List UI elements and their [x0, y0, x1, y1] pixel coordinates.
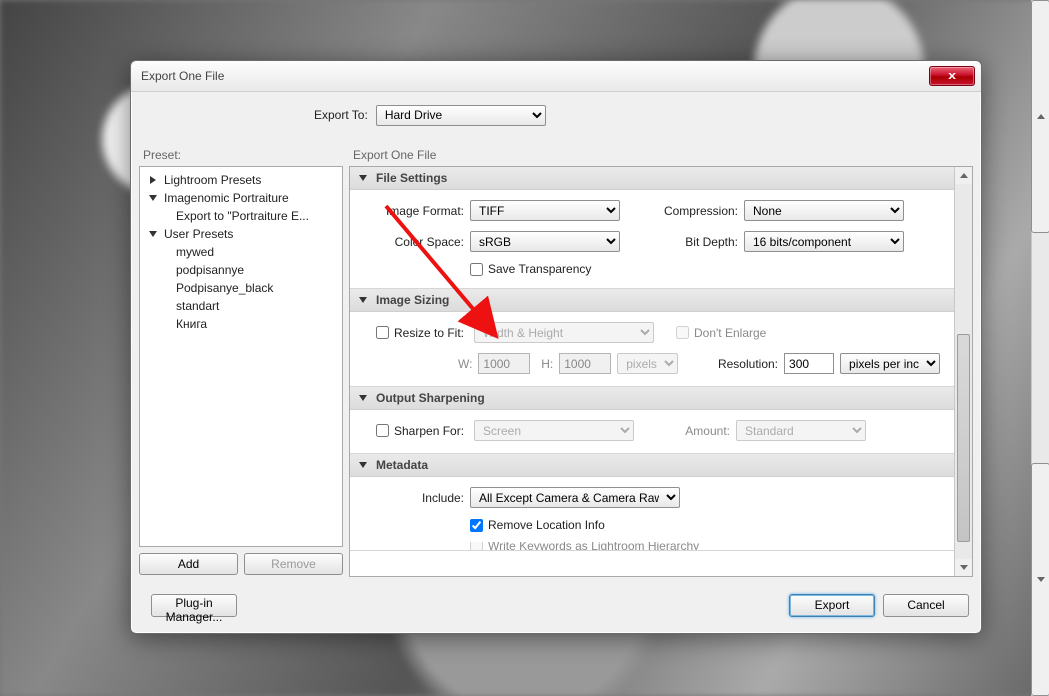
preset-header: Preset: — [139, 148, 349, 166]
export-to-label: Export To: — [314, 108, 368, 122]
settings-header: Export One File — [349, 148, 973, 166]
compression-label: Compression: — [638, 204, 738, 218]
remove-preset-button[interactable]: Remove — [244, 553, 343, 575]
scroll-up-button[interactable] — [955, 167, 972, 184]
size-unit-select[interactable]: pixels — [617, 353, 678, 374]
metadata-header[interactable]: Metadata — [350, 454, 954, 477]
preset-list[interactable]: Lightroom Presets Imagenomic Portraiture E… — [139, 166, 343, 547]
scroll-track[interactable] — [955, 184, 972, 559]
metadata-section: Metadata Include: All Except Camera & Ca… — [350, 454, 954, 551]
chevron-down-icon — [358, 173, 368, 183]
resolution-input[interactable] — [784, 353, 834, 374]
page-scrollbar[interactable] — [1031, 0, 1049, 696]
preset-item[interactable]: mywed — [142, 243, 340, 261]
preset-item[interactable]: Export to "Portraiture E... — [142, 207, 340, 225]
preset-group[interactable]: Lightroom Presets — [142, 171, 340, 189]
export-button[interactable]: Export — [789, 594, 875, 617]
plugin-manager-button[interactable]: Plug-in Manager... — [151, 594, 237, 617]
save-transparency-checkbox[interactable] — [470, 263, 483, 276]
image-sizing-title: Image Sizing — [376, 293, 449, 307]
preset-group[interactable]: User Presets — [142, 225, 340, 243]
resize-to-fit-checkbox[interactable] — [376, 326, 389, 339]
width-input[interactable] — [478, 353, 530, 374]
scroll-thumb[interactable] — [957, 334, 970, 542]
preset-group-label: User Presets — [164, 227, 233, 241]
compression-select[interactable]: None — [744, 200, 904, 221]
chevron-down-icon — [960, 565, 968, 570]
chevron-down-icon — [358, 460, 368, 470]
settings-column: Export One File File Settings Image Form — [349, 148, 973, 577]
settings-scrollbar[interactable] — [954, 167, 972, 576]
close-button[interactable]: x — [929, 66, 975, 86]
image-format-label: Image Format: — [364, 204, 464, 218]
add-preset-button[interactable]: Add — [139, 553, 238, 575]
chevron-up-icon — [960, 173, 968, 178]
file-settings-section: File Settings Image Format: TIFF Compres… — [350, 167, 954, 289]
write-keywords-label: Write Keywords as Lightroom Hierarchy — [488, 542, 699, 550]
height-label: H: — [530, 357, 553, 371]
dont-enlarge-label: Don't Enlarge — [694, 326, 766, 340]
resize-mode-select[interactable]: Width & Height — [474, 322, 654, 343]
remove-location-checkbox[interactable] — [470, 519, 483, 532]
close-icon: x — [948, 70, 956, 82]
chevron-down-icon — [148, 193, 158, 203]
image-sizing-header[interactable]: Image Sizing — [350, 289, 954, 312]
file-settings-title: File Settings — [376, 171, 447, 185]
bit-depth-select[interactable]: 16 bits/component — [744, 231, 904, 252]
chevron-down-icon — [358, 393, 368, 403]
include-select[interactable]: All Except Camera & Camera Raw Info — [470, 487, 680, 508]
preset-group-label: Lightroom Presets — [164, 173, 261, 187]
remove-location-label: Remove Location Info — [488, 518, 605, 532]
resolution-label: Resolution: — [696, 357, 778, 371]
preset-column: Preset: Lightroom Presets Imagenomic Port… — [139, 148, 349, 577]
preset-item[interactable]: Книга — [142, 315, 340, 333]
chevron-down-icon — [1037, 577, 1045, 582]
chevron-down-icon — [358, 295, 368, 305]
preset-group-label: Imagenomic Portraiture — [164, 191, 289, 205]
scroll-down-button[interactable] — [1031, 463, 1049, 696]
amount-select[interactable]: Standard — [736, 420, 866, 441]
export-dialog: Export One File x Export To: Hard Drive … — [130, 60, 982, 634]
save-transparency-label: Save Transparency — [488, 262, 591, 276]
chevron-right-icon — [148, 175, 158, 185]
scroll-up-button[interactable] — [1031, 0, 1049, 233]
window-title: Export One File — [141, 69, 929, 83]
write-keywords-checkbox[interactable] — [470, 542, 483, 550]
color-space-select[interactable]: sRGB — [470, 231, 620, 252]
preset-group[interactable]: Imagenomic Portraiture — [142, 189, 340, 207]
resize-to-fit-label: Resize to Fit: — [394, 326, 468, 340]
preset-item[interactable]: standart — [142, 297, 340, 315]
width-label: W: — [364, 357, 472, 371]
preset-item[interactable]: Podpisanye_black — [142, 279, 340, 297]
export-to-row: Export To: Hard Drive — [139, 92, 973, 138]
output-sharpening-section: Output Sharpening Sharpen For: Screen Am… — [350, 387, 954, 454]
output-sharpening-header[interactable]: Output Sharpening — [350, 387, 954, 410]
height-input[interactable] — [559, 353, 611, 374]
cancel-button[interactable]: Cancel — [883, 594, 969, 617]
sharpen-for-checkbox[interactable] — [376, 424, 389, 437]
image-sizing-section: Image Sizing Resize to Fit: Width & Heig… — [350, 289, 954, 387]
scroll-down-button[interactable] — [955, 559, 972, 576]
dialog-footer: Plug-in Manager... Export Cancel — [139, 585, 973, 625]
export-to-select[interactable]: Hard Drive — [376, 105, 546, 126]
output-sharpening-title: Output Sharpening — [376, 391, 485, 405]
dont-enlarge-checkbox[interactable] — [676, 326, 689, 339]
image-format-select[interactable]: TIFF — [470, 200, 620, 221]
metadata-title: Metadata — [376, 458, 428, 472]
chevron-down-icon — [148, 229, 158, 239]
sharpen-for-label: Sharpen For: — [394, 424, 468, 438]
file-settings-header[interactable]: File Settings — [350, 167, 954, 190]
preset-item[interactable]: podpisannye — [142, 261, 340, 279]
resolution-unit-select[interactable]: pixels per inch — [840, 353, 940, 374]
bit-depth-label: Bit Depth: — [638, 235, 738, 249]
amount-label: Amount: — [652, 424, 730, 438]
chevron-up-icon — [1037, 114, 1045, 119]
color-space-label: Color Space: — [364, 235, 464, 249]
titlebar[interactable]: Export One File x — [131, 61, 981, 92]
sharpen-target-select[interactable]: Screen — [474, 420, 634, 441]
include-label: Include: — [364, 491, 464, 505]
